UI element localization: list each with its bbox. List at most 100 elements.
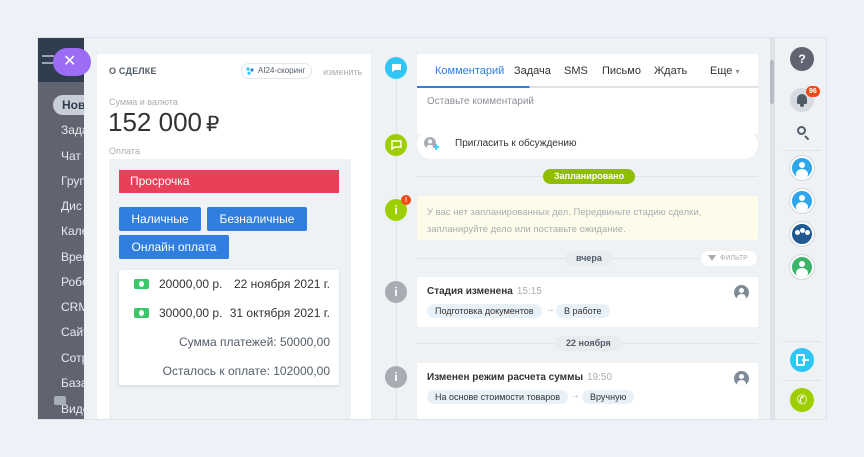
event-time: 19:50	[587, 372, 613, 383]
tab-task[interactable]: Задача	[514, 65, 551, 77]
invite-to-discussion[interactable]: Пригласить к обсуждению	[417, 130, 758, 159]
sidebar-item-employees[interactable]: Сотр	[61, 351, 84, 365]
divider	[783, 380, 821, 381]
avatar[interactable]	[790, 156, 814, 180]
add-user-icon	[424, 137, 439, 150]
search-icon	[797, 126, 806, 135]
planned-empty-notice: У вас нет запланированных дел. Передвинь…	[417, 196, 758, 240]
remaining-to-pay: Осталось к оплате: 102000,00	[162, 364, 330, 378]
activity-editor: Комментарий Задача SMS Письмо Ждать Еще …	[417, 54, 758, 134]
payment-block: Просрочка Наличные Безналичные Онлайн оп…	[109, 159, 351, 419]
filter-label: ФИЛЬТР	[720, 255, 748, 262]
search-icon-handle	[804, 135, 810, 141]
event-title: Изменен режим расчета суммы 19:50	[427, 372, 612, 383]
stage-from: Подготовка документов	[427, 304, 542, 318]
chevron-down-icon: ▾	[735, 67, 740, 76]
notifications-button[interactable]: 96	[790, 86, 820, 112]
list-item[interactable]: 20000,00 р. 22 ноября 2021 г.	[119, 270, 339, 298]
currency-symbol: ₽	[205, 113, 220, 136]
sidebar-item-time[interactable]: Врем	[61, 250, 84, 264]
sidebar-item-tasks[interactable]: Зада	[61, 123, 84, 137]
timeline-event[interactable]: Изменен режим расчета суммы 19:50 На осно…	[417, 363, 758, 419]
filter-button[interactable]: ФИЛЬТР	[701, 251, 757, 266]
online-payment-button[interactable]: Онлайн оплата	[119, 235, 229, 259]
date-badge-nov22: 22 ноября	[555, 336, 622, 351]
comment-input[interactable]: Оставьте комментарий	[427, 96, 534, 107]
sidebar-item-calendar[interactable]: Кале	[61, 224, 84, 238]
sidebar-item-chat[interactable]: Чат	[61, 149, 81, 163]
payment-label: Оплата	[109, 146, 140, 156]
info-icon: i	[385, 281, 407, 303]
event-title-text: Изменен режим расчета суммы	[427, 372, 584, 383]
crm-deal-window: Нов Зада Чат Груп Дис Кале Врем Робо CRM…	[37, 37, 827, 420]
ai-scoring-badge[interactable]: AI24-скоринг	[241, 63, 313, 79]
divider	[783, 341, 821, 342]
tab-wait[interactable]: Ждать	[654, 65, 687, 77]
warning-badge: !	[401, 195, 411, 205]
transfer-arrow-icon	[802, 359, 809, 361]
right-panel: ? 96 ✆	[774, 38, 826, 419]
tab-more-label: Еще	[710, 65, 733, 77]
overdue-status: Просрочка	[119, 170, 339, 193]
event-title: Стадия изменена 15:15	[427, 286, 542, 297]
tab-more[interactable]: Еще ▾	[710, 65, 739, 77]
transfer-button[interactable]	[790, 348, 814, 372]
tab-comment[interactable]: Комментарий	[435, 65, 504, 77]
event-title-text: Стадия изменена	[427, 286, 513, 297]
amount-value: 152 000	[108, 107, 202, 137]
avatar[interactable]	[734, 371, 749, 386]
sidebar-item-crm[interactable]: CRM	[61, 300, 84, 314]
close-button[interactable]: ✕	[53, 48, 91, 76]
avatar[interactable]	[734, 285, 749, 300]
comment-icon	[385, 57, 407, 79]
tab-underline	[417, 86, 758, 88]
sidebar-item-robots[interactable]: Робо	[61, 275, 84, 289]
payments-total: Сумма платежей: 50000,00	[179, 335, 330, 349]
group-chat-icon[interactable]	[790, 222, 814, 246]
planned-badge: Запланировано	[543, 169, 636, 184]
sidebar-item-knowledge[interactable]: База	[61, 376, 84, 390]
money-icon	[134, 308, 149, 318]
sidebar-item-news[interactable]: Нов	[53, 95, 84, 115]
printer-icon[interactable]	[54, 396, 66, 405]
bell-icon	[797, 94, 807, 104]
event-time: 15:15	[516, 286, 542, 297]
group-member-dot	[805, 230, 810, 235]
discussion-icon	[385, 134, 407, 156]
change-link[interactable]: изменить	[323, 67, 362, 77]
planned-empty-text: У вас нет запланированных дел. Передвинь…	[427, 207, 702, 235]
notification-count: 96	[806, 86, 820, 97]
tab-sms[interactable]: SMS	[564, 65, 588, 77]
payment-amount: 30000,00 р.	[159, 306, 223, 320]
avatar[interactable]	[790, 255, 814, 279]
payment-list: 20000,00 р. 22 ноября 2021 г. 30000,00 р…	[119, 270, 339, 385]
invite-label: Пригласить к обсуждению	[455, 138, 577, 149]
arrow-right-icon: →	[570, 390, 580, 401]
money-icon	[134, 279, 149, 289]
payment-amount: 20000,00 р.	[159, 277, 223, 291]
sidebar-item-groups[interactable]: Груп	[61, 174, 84, 188]
stage-to: Вручную	[582, 390, 635, 404]
section-title: О СДЕЛКЕ	[109, 66, 157, 76]
bell-clapper	[800, 104, 804, 107]
timeline-event[interactable]: Стадия изменена 15:15 Подготовка документ…	[417, 277, 758, 327]
search-button[interactable]	[790, 120, 814, 144]
list-item[interactable]: 30000,00 р. 31 октября 2021 г.	[119, 299, 339, 327]
ai-scoring-icon	[246, 67, 254, 75]
cashless-button[interactable]: Безналичные	[207, 207, 307, 231]
payment-date: 31 октября 2021 г.	[229, 306, 330, 320]
cash-button[interactable]: Наличные	[119, 207, 201, 231]
tab-email[interactable]: Письмо	[602, 65, 641, 77]
sidebar-item-disk[interactable]: Дис	[61, 199, 82, 213]
info-icon: i	[385, 366, 407, 388]
arrow-right-icon: →	[545, 304, 555, 315]
help-icon[interactable]: ?	[790, 47, 814, 71]
payment-date: 22 ноября 2021 г.	[234, 277, 330, 291]
phone-icon[interactable]: ✆	[790, 388, 814, 412]
deal-details-card: О СДЕЛКЕ AI24-скоринг изменить Сумма и в…	[97, 54, 371, 419]
avatar[interactable]	[790, 189, 814, 213]
stage-from: На основе стоимости товаров	[427, 390, 569, 404]
stage-to: В работе	[556, 304, 610, 318]
deal-amount[interactable]: 152 000 ₽	[108, 107, 219, 138]
sidebar-item-sites[interactable]: Сайт	[61, 325, 84, 339]
